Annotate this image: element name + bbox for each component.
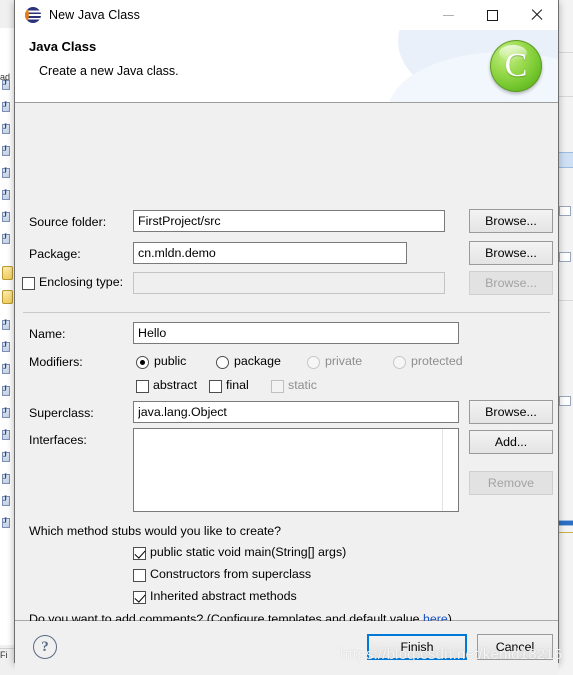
dialog-body: Source folder: Browse... Package: Browse…	[15, 103, 558, 649]
stub-checkbox-main[interactable]	[133, 547, 146, 560]
ide-java-file-icon[interactable]	[2, 450, 11, 463]
form-separator	[23, 312, 550, 313]
modifier-label-static: static	[288, 378, 317, 392]
ide-java-file-icon[interactable]	[2, 122, 11, 135]
enclosing-type-checkbox[interactable]	[22, 277, 35, 290]
ide-tree-node[interactable]	[559, 252, 571, 262]
enclosing-type-label: Enclosing type:	[39, 275, 124, 289]
dialog-banner: Java Class Create a new Java class. C	[15, 30, 558, 103]
ide-java-file-icon[interactable]	[2, 100, 11, 113]
modifier-radio-private	[307, 356, 320, 369]
enclosing-type-browse-button[interactable]: Browse...	[469, 271, 553, 295]
ide-left-text: ad	[0, 72, 11, 82]
window-controls	[426, 0, 558, 30]
minimize-icon	[442, 14, 454, 16]
interfaces-scroll-divider	[442, 429, 443, 511]
maximize-icon	[486, 9, 498, 21]
java-class-icon	[25, 7, 41, 23]
stub-checkbox-constructors[interactable]	[133, 569, 146, 582]
package-input[interactable]	[133, 242, 407, 264]
modifier-label-abstract: abstract	[153, 378, 198, 392]
name-input[interactable]	[133, 322, 459, 344]
method-stubs-question: Which method stubs would you like to cre…	[29, 524, 282, 538]
modifier-radio-package[interactable]	[216, 356, 229, 369]
help-icon[interactable]: ?	[33, 635, 57, 659]
maximize-button[interactable]	[470, 0, 514, 30]
superclass-input[interactable]	[133, 401, 459, 423]
interfaces-remove-button[interactable]: Remove	[469, 471, 553, 495]
modifier-label-final: final	[226, 378, 249, 392]
ide-java-file-icon[interactable]	[2, 494, 11, 507]
ide-package-icon[interactable]	[2, 266, 13, 280]
superclass-browse-button[interactable]: Browse...	[469, 400, 553, 424]
ide-selected-row[interactable]	[557, 152, 573, 168]
source-folder-input[interactable]	[133, 210, 445, 232]
modifier-checkbox-abstract[interactable]	[136, 380, 149, 393]
name-label: Name:	[29, 327, 66, 341]
modifier-label-package: package	[234, 354, 281, 368]
ide-tree-node[interactable]	[559, 206, 571, 216]
banner-subtitle: Create a new Java class.	[39, 64, 179, 78]
ide-highlight-row	[557, 520, 573, 526]
ide-java-file-icon[interactable]	[2, 188, 11, 201]
modifier-radio-protected	[393, 356, 406, 369]
source-folder-browse-button[interactable]: Browse...	[469, 209, 553, 233]
ide-java-file-icon[interactable]	[2, 384, 11, 397]
package-label: Package:	[29, 247, 81, 261]
ide-tree-node[interactable]	[559, 396, 571, 406]
ide-java-file-icon[interactable]	[2, 166, 11, 179]
cancel-button[interactable]: Cancel	[477, 634, 553, 660]
ide-java-file-icon[interactable]	[2, 472, 11, 485]
close-icon	[530, 9, 542, 21]
stub-label-inherited: Inherited abstract methods	[150, 589, 297, 603]
modifier-label-public: public	[154, 354, 187, 368]
source-folder-label: Source folder:	[29, 215, 107, 229]
ide-package-icon[interactable]	[2, 290, 13, 304]
dialog-titlebar[interactable]: New Java Class	[15, 0, 558, 30]
modifier-checkbox-static	[271, 380, 284, 393]
ide-java-file-icon[interactable]	[2, 406, 11, 419]
modifier-label-private: private	[325, 354, 363, 368]
interfaces-add-button[interactable]: Add...	[469, 430, 553, 454]
interfaces-listbox[interactable]	[133, 428, 459, 512]
logo-letter: C	[504, 47, 528, 84]
dialog-footer: ? Finish Cancel	[15, 621, 558, 675]
close-button[interactable]	[514, 0, 558, 30]
finish-button[interactable]: Finish	[367, 634, 467, 660]
modifier-checkbox-final[interactable]	[209, 380, 222, 393]
new-java-class-dialog: New Java Class Java Class Create a new J…	[14, 0, 559, 675]
stub-checkbox-inherited[interactable]	[133, 591, 146, 604]
banner-title: Java Class	[29, 39, 97, 54]
ide-java-file-icon[interactable]	[2, 516, 11, 529]
ide-java-file-icon[interactable]	[2, 428, 11, 441]
ide-bottom-text: Fi	[0, 650, 8, 660]
ide-java-file-icon[interactable]	[2, 144, 11, 157]
java-class-wizard-logo-icon: C	[490, 40, 542, 92]
interfaces-label: Interfaces:	[29, 433, 87, 447]
package-browse-button[interactable]: Browse...	[469, 241, 553, 265]
modifier-label-protected: protected	[411, 354, 463, 368]
ide-java-file-icon[interactable]	[2, 232, 11, 245]
modifiers-label: Modifiers:	[29, 355, 83, 369]
minimize-button[interactable]	[426, 0, 470, 30]
modifier-radio-public[interactable]	[136, 356, 149, 369]
ide-java-file-icon[interactable]	[2, 318, 11, 331]
ide-java-file-icon[interactable]	[2, 362, 11, 375]
superclass-label: Superclass:	[29, 406, 94, 420]
enclosing-type-input[interactable]	[133, 272, 445, 294]
ide-java-file-icon[interactable]	[2, 210, 11, 223]
dialog-title: New Java Class	[49, 8, 141, 22]
stub-label-constructors: Constructors from superclass	[150, 567, 312, 581]
stub-label-main: public static void main(String[] args)	[150, 545, 347, 559]
ide-java-file-icon[interactable]	[2, 340, 11, 353]
ide-package-explorer[interactable]	[0, 28, 15, 645]
